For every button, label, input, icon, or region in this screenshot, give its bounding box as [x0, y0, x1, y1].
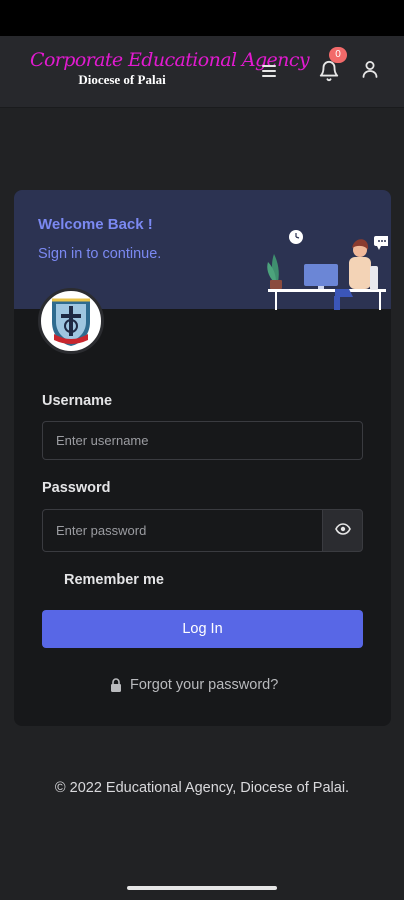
home-indicator[interactable] [127, 886, 277, 890]
menu-icon[interactable] [262, 65, 276, 77]
welcome-title: Welcome Back ! [38, 216, 153, 233]
username-field-wrapper [42, 421, 363, 460]
desk-illustration [252, 226, 390, 310]
diocese-emblem [38, 288, 104, 354]
footer-copyright: © 2022 Educational Agency, Diocese of Pa… [54, 780, 350, 796]
username-label: Username [42, 393, 113, 409]
welcome-subtitle: Sign in to continue. [38, 246, 162, 262]
password-field-wrapper [42, 509, 323, 552]
forgot-password-link[interactable]: Forgot your password? [110, 676, 278, 694]
brand-subtitle: Diocese of Palai [78, 72, 166, 87]
user-icon[interactable] [362, 60, 378, 78]
show-password-button[interactable] [322, 509, 363, 552]
top-navbar: Corporate Educational Agency Diocese of … [0, 36, 404, 108]
status-bar [0, 0, 404, 36]
login-button[interactable]: Log In [42, 610, 363, 648]
brand-logo[interactable]: Corporate Educational Agency Diocese of … [30, 48, 310, 88]
login-card: Welcome Back ! Sign in to continue. User… [14, 190, 391, 726]
remember-me-label[interactable]: Remember me [64, 572, 164, 588]
brand-title: Corporate Educational Agency [30, 49, 310, 71]
eye-icon [334, 522, 351, 540]
notification-badge: 0 [329, 47, 347, 63]
username-input[interactable] [43, 422, 362, 459]
password-input[interactable] [43, 510, 322, 551]
forgot-password-text: Forgot your password? [130, 677, 279, 693]
lock-icon [110, 678, 122, 692]
bell-icon[interactable] [318, 60, 340, 82]
password-label: Password [42, 480, 111, 496]
